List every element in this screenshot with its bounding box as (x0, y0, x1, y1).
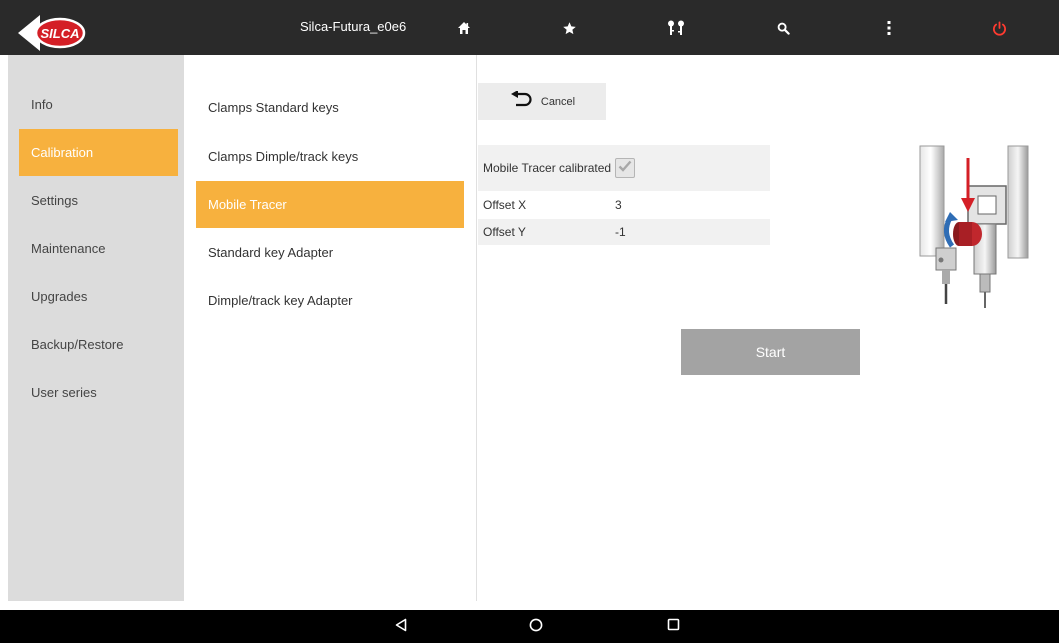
home-icon (457, 21, 471, 35)
home-circle-icon (529, 618, 543, 637)
list-item-mobile-tracer[interactable]: Mobile Tracer (196, 181, 464, 228)
sidebar-item-user-series[interactable]: User series (19, 369, 178, 416)
sidebar-item-maintenance[interactable]: Maintenance (19, 225, 178, 272)
calibration-status-table: Mobile Tracer calibrated Offset X 3 Offs… (478, 145, 770, 246)
system-nav-bar (0, 610, 1059, 643)
silca-logo: SILCA (16, 12, 92, 54)
more-vert-icon (887, 21, 891, 35)
table-cell-label: Mobile Tracer calibrated (483, 160, 612, 175)
top-bar: SILCA Silca-Futura_e0e6 (0, 0, 1059, 55)
sidebar-item-label: Settings (31, 193, 78, 208)
calibration-list: Clamps Standard keys Clamps Dimple/track… (196, 55, 464, 601)
nav-home-button[interactable] (516, 614, 556, 640)
sidebar-item-label: Maintenance (31, 241, 106, 256)
power-button[interactable] (979, 10, 1019, 46)
table-row: Offset Y -1 (478, 219, 770, 246)
mobile-tracer-illustration (910, 140, 1030, 312)
sidebar-item-upgrades[interactable]: Upgrades (19, 273, 178, 320)
sidebar-item-settings[interactable]: Settings (19, 177, 178, 224)
table-row: Offset X 3 (478, 192, 770, 219)
sidebar-item-backup-restore[interactable]: Backup/Restore (19, 321, 178, 368)
cancel-button[interactable]: Cancel (478, 83, 606, 120)
table-cell-value: 3 (615, 198, 622, 212)
sidebar-item-label: Backup/Restore (31, 337, 124, 352)
back-icon (395, 618, 407, 637)
calibrated-checkbox (615, 158, 635, 178)
list-item-label: Standard key Adapter (208, 245, 334, 260)
table-cell-value: -1 (615, 225, 626, 239)
list-item-label: Clamps Standard keys (208, 100, 339, 115)
device-name: Silca-Futura_e0e6 (300, 19, 407, 34)
logo-wordmark: SILCA (41, 26, 80, 41)
list-item-label: Clamps Dimple/track keys (208, 149, 359, 164)
list-item-clamps-standard-keys[interactable]: Clamps Standard keys (196, 84, 464, 131)
sidebar-item-info[interactable]: Info (19, 81, 178, 128)
list-item-clamps-dimple-track-keys[interactable]: Clamps Dimple/track keys (196, 133, 464, 180)
sidebar-item-label: Info (31, 97, 53, 112)
cancel-label: Cancel (540, 95, 576, 108)
favorites-button[interactable] (549, 10, 589, 46)
start-button[interactable]: Start (681, 329, 860, 375)
table-row: Mobile Tracer calibrated (478, 145, 770, 192)
list-item-standard-key-adapter[interactable]: Standard key Adapter (196, 229, 464, 276)
sidebar-item-label: Upgrades (31, 289, 88, 304)
recents-icon (667, 618, 680, 636)
sidebar-item-label: Calibration (31, 145, 94, 160)
home-button[interactable] (444, 10, 484, 46)
nav-recents-button[interactable] (653, 614, 693, 640)
list-item-label: Mobile Tracer (208, 197, 287, 212)
sidebar-item-label: User series (31, 385, 97, 400)
checkmark-icon (618, 159, 632, 177)
power-icon (992, 21, 1007, 36)
list-item-label: Dimple/track key Adapter (208, 293, 353, 308)
start-label: Start (755, 344, 786, 360)
table-cell-label: Offset X (483, 197, 527, 212)
keys-icon (666, 20, 686, 36)
sidebar-item-calibration[interactable]: Calibration (19, 129, 178, 176)
more-options-button[interactable] (869, 10, 909, 46)
table-cell-label: Offset Y (483, 224, 526, 239)
search-icon (777, 22, 790, 35)
undo-arrow-icon (509, 90, 533, 112)
star-icon (562, 21, 577, 36)
list-item-dimple-track-key-adapter[interactable]: Dimple/track key Adapter (196, 277, 464, 324)
panel-divider (476, 55, 477, 601)
nav-back-button[interactable] (381, 614, 421, 640)
sidebar: Info Calibration Settings Maintenance Up… (8, 55, 184, 601)
keys-button[interactable] (656, 10, 696, 46)
search-button[interactable] (763, 10, 803, 46)
